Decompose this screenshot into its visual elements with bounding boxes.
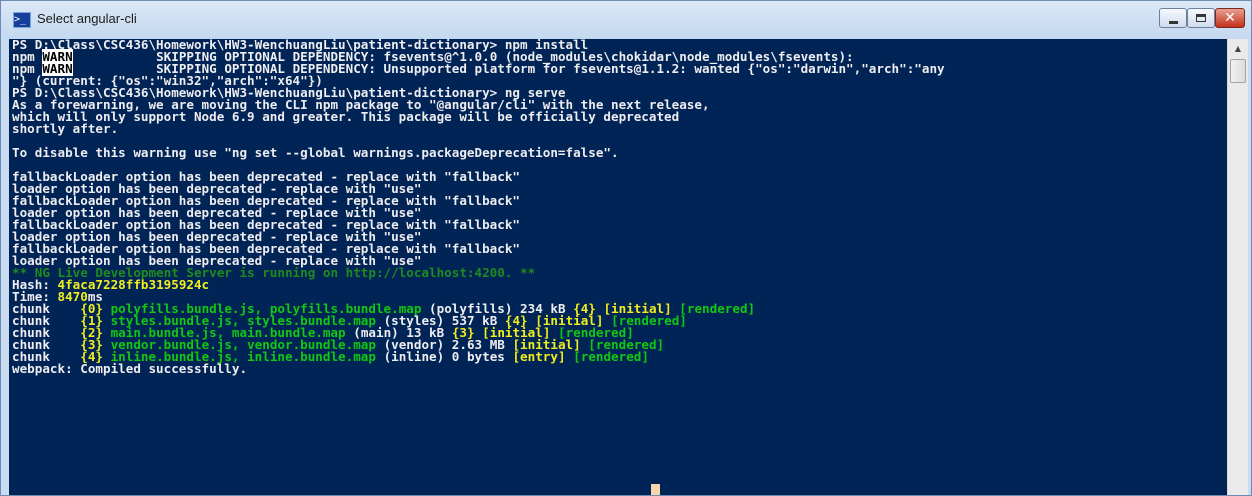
- console-line: To disable this warning use "ng set --gl…: [12, 145, 945, 160]
- console-text: webpack: Compiled successfully.: [12, 361, 248, 376]
- window-title: Select angular-cli: [37, 11, 137, 26]
- close-button[interactable]: ✕: [1215, 8, 1245, 28]
- text-cursor: [651, 484, 660, 495]
- console-text: To disable this warning use "ng set --gl…: [12, 145, 619, 160]
- console-line: webpack: Compiled successfully.: [12, 361, 945, 376]
- minimize-button[interactable]: [1159, 8, 1187, 28]
- close-icon: ✕: [1224, 10, 1236, 26]
- scroll-up-arrow-icon[interactable]: ▲: [1228, 39, 1248, 57]
- terminal-window: >_ Select angular-cli ✕ PS D:\Class\CSC4…: [0, 0, 1252, 496]
- console-text: (inline) 0 bytes: [383, 349, 513, 364]
- maximize-button[interactable]: [1187, 8, 1215, 28]
- console-text: [entry]: [512, 349, 574, 364]
- maximize-icon: [1196, 14, 1206, 22]
- console-lines: PS D:\Class\CSC436\Homework\HW3-Wenchuan…: [12, 39, 945, 375]
- console-text: [rendered]: [573, 349, 649, 364]
- console-line: shortly after.: [12, 121, 945, 136]
- console-line: Hash: 4faca7228ffb3195924c: [12, 278, 945, 291]
- title-bar[interactable]: >_ Select angular-cli ✕: [1, 1, 1251, 39]
- scroll-thumb[interactable]: [1230, 59, 1246, 83]
- console-line: which will only support Node 6.9 and gre…: [12, 110, 945, 123]
- console-text: shortly after.: [12, 121, 119, 136]
- minimize-icon: [1168, 20, 1178, 24]
- vertical-scrollbar[interactable]: ▲: [1227, 39, 1248, 495]
- console-text: [rendered]: [679, 301, 756, 316]
- console-output[interactable]: PS D:\Class\CSC436\Homework\HW3-Wenchuan…: [9, 39, 1227, 495]
- powershell-icon[interactable]: >_: [13, 12, 31, 28]
